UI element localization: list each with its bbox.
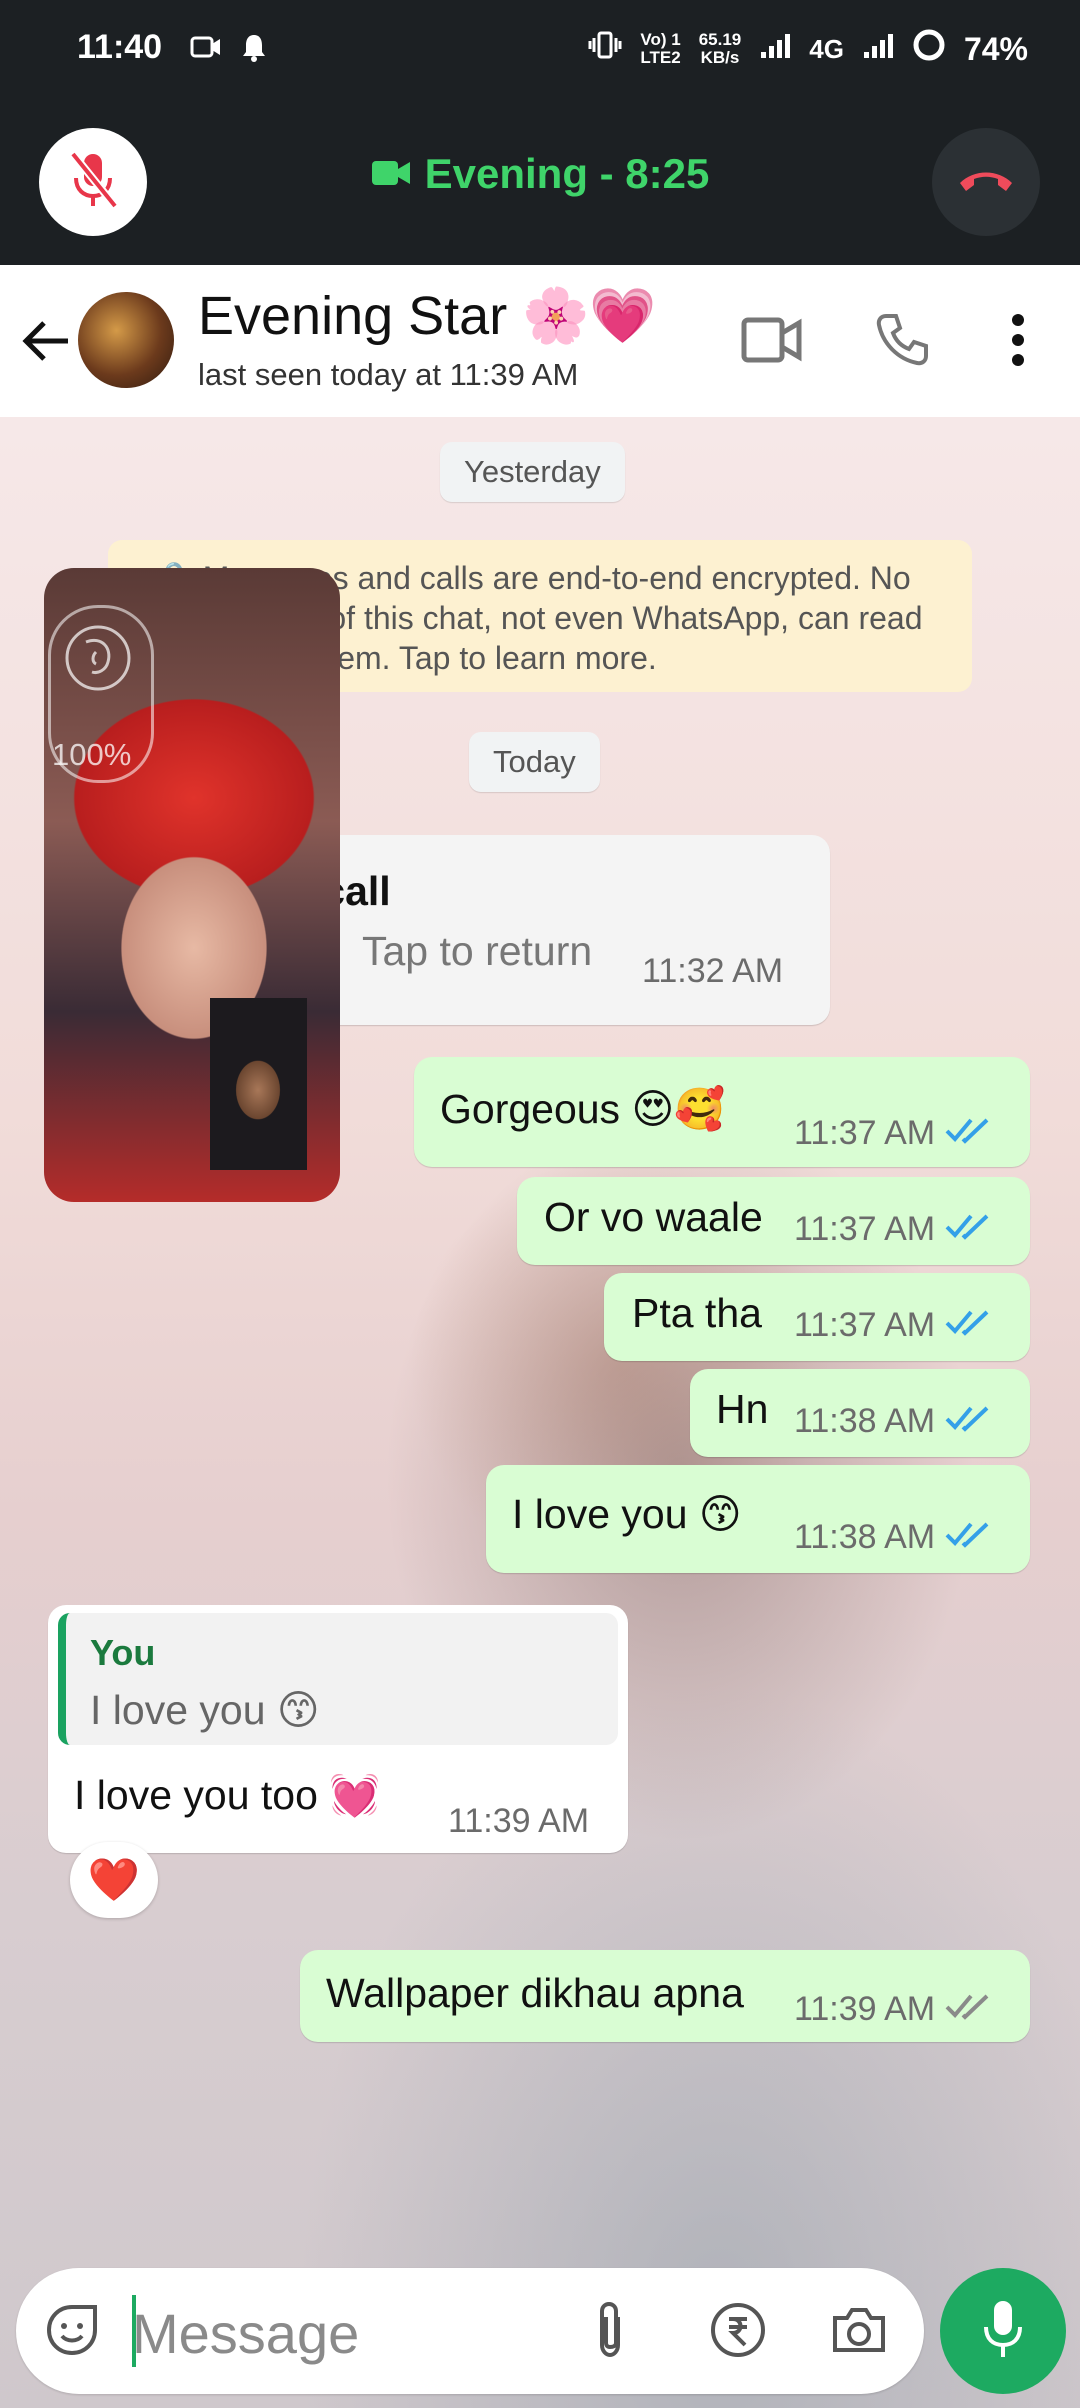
call-card-time: 11:32 AM <box>642 952 784 990</box>
signal-icon-2 <box>862 31 894 68</box>
status-right-cluster: Vo) 1 LTE2 65.19 KB/s 4G 74% <box>588 28 1028 70</box>
contact-name[interactable]: Evening Star 🌸💗 <box>198 285 657 348</box>
read-ticks-icon <box>945 1306 991 1345</box>
message-text: I love you 😙 <box>512 1491 742 1537</box>
speed-value: 65.19 <box>698 30 742 49</box>
message-text: Gorgeous 😍🥰 <box>440 1086 726 1132</box>
volte-indicator: Vo) 1 LTE2 <box>640 31 680 67</box>
beauty-level: 100% <box>52 737 132 772</box>
message-time: 11:37 AM <box>794 1306 936 1344</box>
message-meta: 11:39 AM <box>794 1990 991 2029</box>
video-camera-icon <box>741 315 803 370</box>
notification-bell-icon <box>240 32 268 67</box>
microphone-icon <box>981 2297 1025 2366</box>
last-seen-status[interactable]: last seen today at 11:39 AM <box>198 357 578 393</box>
quoted-text: I love you 😙 <box>90 1687 320 1733</box>
vibrate-icon <box>588 30 622 68</box>
reply-time: 11:39 AM <box>448 1802 590 1840</box>
message-time: 11:38 AM <box>794 1518 936 1556</box>
reply-text: I love you too 💓 <box>74 1772 381 1818</box>
message-meta: 11:37 AM <box>794 1306 991 1345</box>
message-input[interactable] <box>130 2290 574 2376</box>
volte-top: Vo) 1 <box>640 30 681 49</box>
back-button[interactable] <box>18 315 74 371</box>
message-meta: 11:37 AM <box>794 1114 991 1153</box>
sticker-icon <box>43 2301 101 2364</box>
read-ticks-icon <box>945 1518 991 1557</box>
video-camera-icon <box>371 150 411 198</box>
payment-button[interactable] <box>706 2300 770 2364</box>
read-ticks-icon <box>945 1114 991 1153</box>
call-title-text: Evening - 8:25 <box>424 150 710 197</box>
message-text: Hn <box>716 1386 769 1432</box>
end-call-button[interactable] <box>932 128 1040 236</box>
phone-icon <box>874 312 930 373</box>
kebab-menu-icon <box>1011 313 1025 371</box>
avatar[interactable] <box>78 292 174 388</box>
reaction-badge[interactable]: ❤️ <box>70 1842 158 1918</box>
message-text: Pta tha <box>632 1290 762 1336</box>
message-meta: 11:38 AM <box>794 1402 991 1441</box>
message-text: Or vo waale <box>544 1194 763 1240</box>
call-status[interactable]: Evening - 8:25 <box>0 150 1080 198</box>
rupee-icon <box>709 2301 767 2364</box>
hangup-icon <box>956 165 1016 200</box>
more-options-button[interactable] <box>998 304 1038 380</box>
sticker-button[interactable] <box>40 2300 104 2364</box>
network-type: 4G <box>809 33 844 64</box>
status-time: 11:40 <box>77 28 163 66</box>
battery-icon <box>912 28 946 70</box>
video-record-icon <box>190 34 222 65</box>
voice-call-button[interactable] <box>864 304 940 380</box>
camera-button[interactable] <box>826 2300 892 2364</box>
message-time: 11:37 AM <box>794 1210 936 1248</box>
delivered-ticks-icon <box>945 1990 991 2029</box>
message-time: 11:38 AM <box>794 1402 936 1440</box>
date-divider-yesterday: Yesterday <box>440 442 625 502</box>
quoted-author: You <box>90 1632 156 1673</box>
paperclip-icon <box>590 2299 630 2366</box>
signal-icon <box>759 31 791 68</box>
self-view-video[interactable] <box>210 998 307 1170</box>
message-meta: 11:37 AM <box>794 1210 991 1249</box>
call-card-subtitle: Tap to return <box>362 928 593 974</box>
face-filter-icon <box>62 622 134 699</box>
message-time: 11:37 AM <box>794 1114 936 1152</box>
message-meta: 11:38 AM <box>794 1518 991 1557</box>
voice-message-button[interactable] <box>940 2268 1066 2394</box>
camera-icon <box>829 2304 889 2361</box>
message-text: Wallpaper dikhau apna <box>326 1970 744 2016</box>
status-bar: 11:40 Vo) 1 LTE2 65.19 KB/s 4G 74% <box>0 0 1080 100</box>
video-call-button[interactable] <box>734 304 810 380</box>
message-time: 11:39 AM <box>794 1990 936 2028</box>
date-divider-today: Today <box>469 732 600 792</box>
battery-percent: 74% <box>963 30 1028 67</box>
read-ticks-icon <box>945 1210 991 1249</box>
speed-unit: KB/s <box>700 48 740 67</box>
arrow-left-icon <box>22 319 70 368</box>
network-speed: 65.19 KB/s <box>699 31 742 67</box>
read-ticks-icon <box>945 1402 991 1441</box>
attach-button[interactable] <box>580 2298 640 2366</box>
volte-bottom: LTE2 <box>640 48 681 67</box>
